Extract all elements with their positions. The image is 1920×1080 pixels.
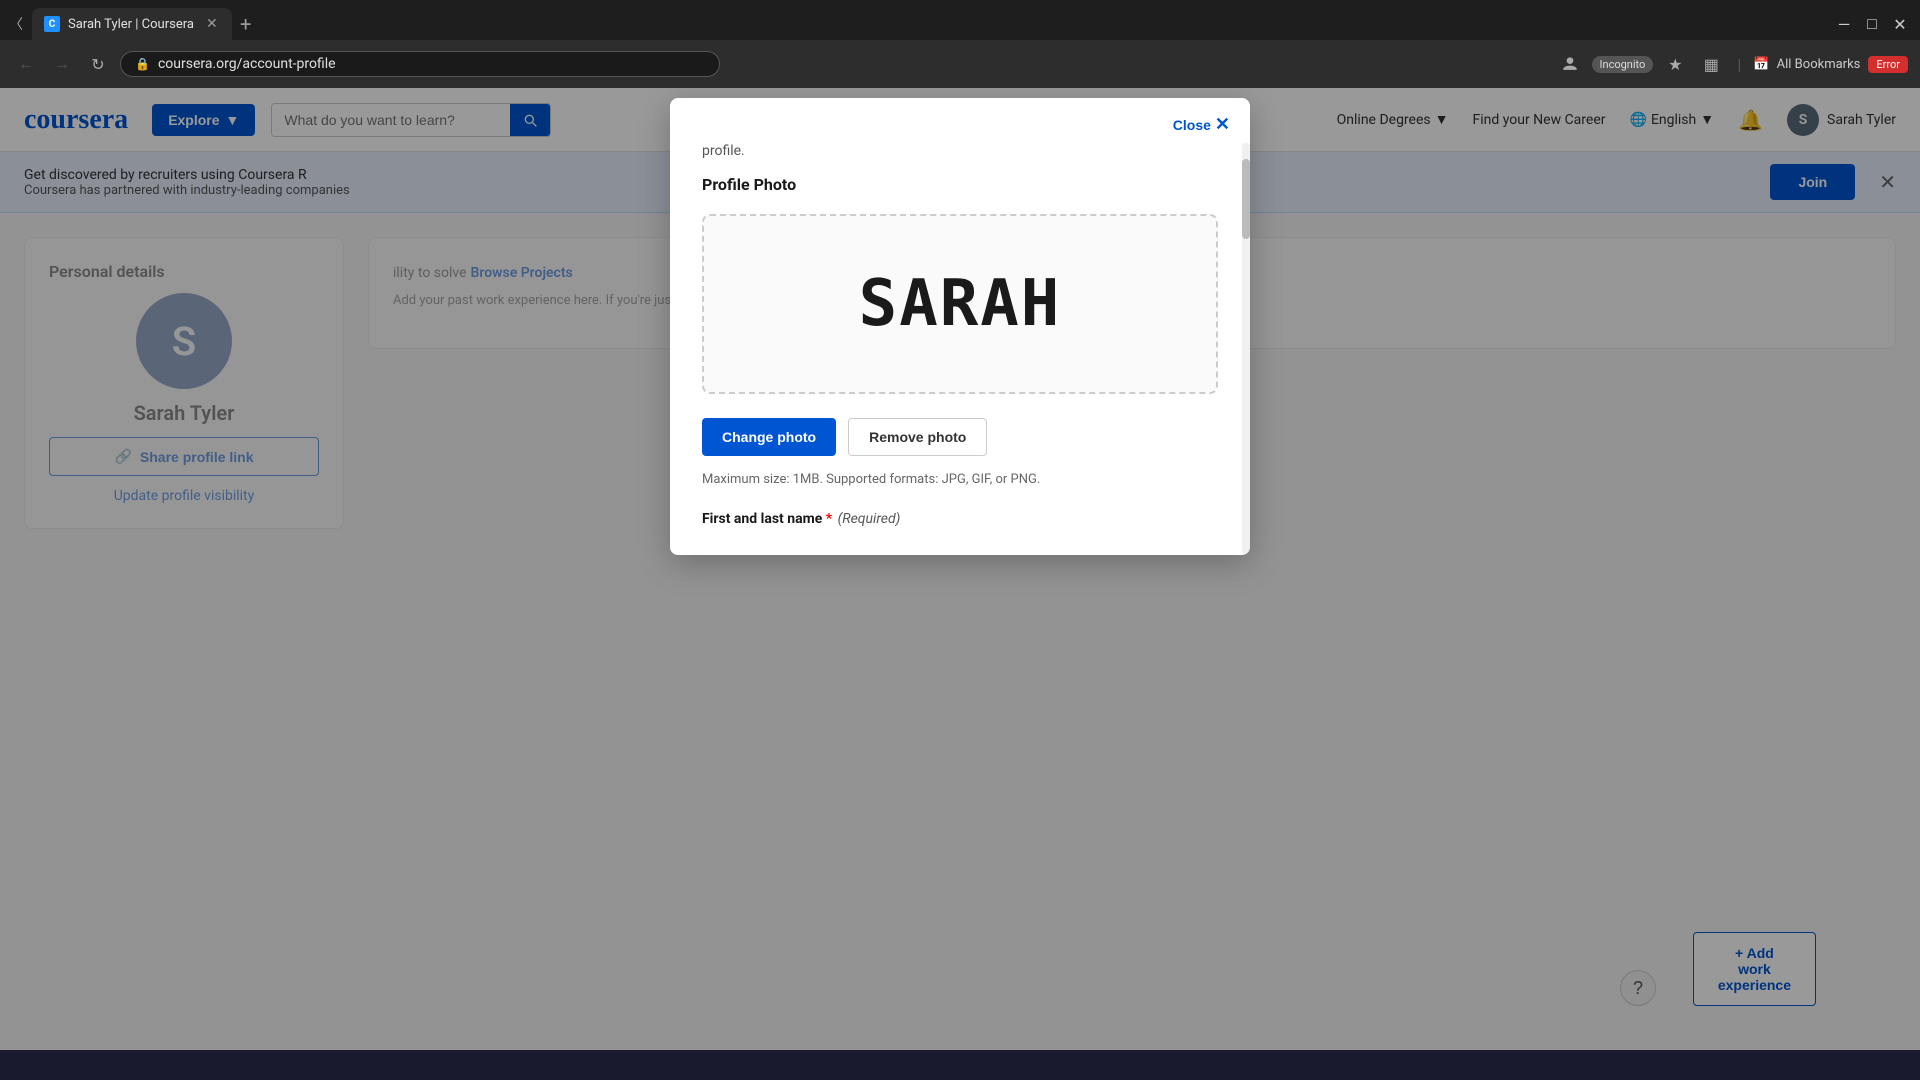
profile-photo-modal: Close ✕ profile. Profile Photo SARAH — [670, 98, 1250, 555]
star-icon[interactable]: ★ — [1661, 50, 1689, 78]
modal-scrollbar-thumb[interactable] — [1242, 159, 1250, 239]
window-controls: ― □ ✕ — [1832, 12, 1920, 36]
new-tab-button[interactable]: + — [232, 12, 259, 36]
photo-hint-text: Maximum size: 1MB. Supported formats: JP… — [702, 472, 1218, 487]
required-star: * — [826, 511, 832, 527]
first-last-name-label: First and last name * (Required) — [702, 511, 1218, 527]
error-badge[interactable]: Error — [1868, 56, 1908, 73]
required-text: (Required) — [838, 511, 901, 527]
forward-button[interactable]: → — [48, 50, 76, 78]
modal-overlay: Close ✕ profile. Profile Photo SARAH — [0, 88, 1920, 1050]
address-text: coursera.org/account-profile — [158, 56, 336, 72]
maximize-button[interactable]: □ — [1860, 12, 1884, 36]
modal-close-button[interactable]: Close ✕ — [1173, 114, 1230, 135]
remove-photo-button[interactable]: Remove photo — [848, 418, 987, 456]
tab-scroll-left[interactable]: 〈 — [0, 14, 32, 34]
modal-body: profile. Profile Photo SARAH Change phot… — [670, 143, 1250, 555]
browser-tab-active[interactable]: C Sarah Tyler | Coursera ✕ — [32, 8, 232, 40]
bookmarks-label: 📅 All Bookmarks — [1753, 57, 1860, 72]
tab-close-button[interactable]: ✕ — [206, 16, 218, 32]
close-x-icon: ✕ — [1215, 114, 1230, 135]
browser-toolbar: ← → ↻ 🔒 coursera.org/account-profile Inc… — [0, 40, 1920, 88]
modal-header: Close ✕ — [670, 98, 1250, 143]
tab-bar: 〈 C Sarah Tyler | Coursera ✕ + ― □ ✕ — [0, 0, 1920, 40]
change-photo-button[interactable]: Change photo — [702, 418, 836, 456]
modal-subtitle: profile. — [702, 143, 1218, 159]
reload-button[interactable]: ↻ — [84, 50, 112, 78]
incognito-badge: Incognito — [1592, 56, 1654, 73]
photo-actions: Change photo Remove photo — [702, 418, 1218, 456]
tab-title: Sarah Tyler | Coursera — [68, 17, 194, 32]
back-button[interactable]: ← — [12, 50, 40, 78]
photo-preview-area: SARAH — [702, 214, 1218, 394]
minimize-button[interactable]: ― — [1832, 12, 1856, 36]
close-label: Close — [1173, 117, 1211, 133]
lock-icon: 🔒 — [135, 57, 150, 71]
profile-photo-label: Profile Photo — [702, 175, 1218, 194]
incognito-icon — [1556, 50, 1584, 78]
tab-favicon: C — [44, 16, 60, 32]
extension-icon[interactable]: ▦ — [1697, 50, 1725, 78]
close-window-button[interactable]: ✕ — [1888, 12, 1912, 36]
toolbar-right: Incognito ★ ▦ | 📅 All Bookmarks Error — [1556, 50, 1908, 78]
address-bar[interactable]: 🔒 coursera.org/account-profile — [120, 51, 720, 77]
photo-preview-text: SARAH — [859, 267, 1062, 341]
modal-scrollbar-track[interactable] — [1242, 143, 1250, 555]
